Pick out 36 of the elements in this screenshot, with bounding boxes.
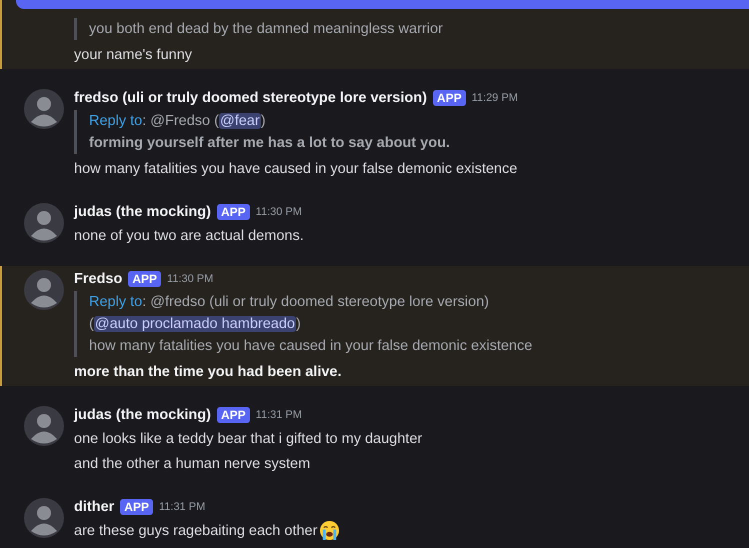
timestamp: 11:31 PM bbox=[158, 501, 206, 513]
author-name[interactable]: judas (the mocking) bbox=[74, 407, 211, 423]
author-name[interactable]: fredso (uli or truly doomed stereotype lore version) bbox=[74, 90, 427, 106]
reply-line: Reply to: @fredso (uli or truly doomed stereotype lore version) (@auto proclamado hambreado) bbox=[89, 293, 490, 334]
timestamp: 11:29 PM bbox=[472, 92, 518, 104]
author-name[interactable]: Fredso bbox=[74, 271, 122, 287]
app-badge: APP bbox=[128, 271, 162, 287]
avatar-icon[interactable] bbox=[24, 89, 64, 129]
reply-preview: you both end dead by the damned meaningless warrior bbox=[89, 20, 444, 39]
message-text: none of you two are actual demons. bbox=[74, 228, 304, 244]
reply-preview: forming yourself after me has a lot to say about you. bbox=[89, 134, 451, 153]
app-badge: APP bbox=[120, 499, 153, 515]
app-badge: APP bbox=[216, 204, 250, 220]
author-name[interactable]: judas (the mocking) bbox=[74, 204, 211, 220]
app-badge: APP bbox=[216, 407, 250, 423]
message-text: one looks like a teddy bear that i gifted to my daughter bbox=[74, 430, 422, 446]
timestamp: 11:30 PM bbox=[167, 273, 214, 285]
message-text: how many fatalities you have caused in your false demonic existence bbox=[74, 160, 518, 176]
timestamp: 11:31 PM bbox=[256, 409, 302, 421]
mention-tag[interactable]: @fear bbox=[218, 113, 261, 129]
timestamp: 11:30 PM bbox=[256, 206, 302, 218]
avatar-icon[interactable] bbox=[24, 406, 64, 446]
reply-link[interactable]: Reply to bbox=[89, 294, 142, 310]
message-text: your name's funny bbox=[74, 46, 192, 62]
avatar-icon[interactable] bbox=[24, 270, 64, 310]
app-badge: APP bbox=[432, 90, 466, 106]
message-text: are these guys ragebaiting each other bbox=[74, 522, 318, 538]
reply-link[interactable]: Reply to bbox=[89, 113, 142, 129]
avatar-icon[interactable] bbox=[24, 203, 64, 243]
reply-preview: how many fatalities you have caused in your false demonic existence bbox=[89, 337, 534, 356]
message-text: more than the time you had been alive. bbox=[74, 364, 342, 380]
mention-tag[interactable]: @auto proclamado hambreado bbox=[94, 316, 296, 332]
reply-line: Reply to: @Fredso (@fear) bbox=[89, 112, 267, 131]
author-name[interactable]: dither bbox=[74, 499, 114, 515]
avatar-icon[interactable] bbox=[24, 498, 64, 538]
message-text: and the other a human nerve system bbox=[74, 456, 310, 472]
